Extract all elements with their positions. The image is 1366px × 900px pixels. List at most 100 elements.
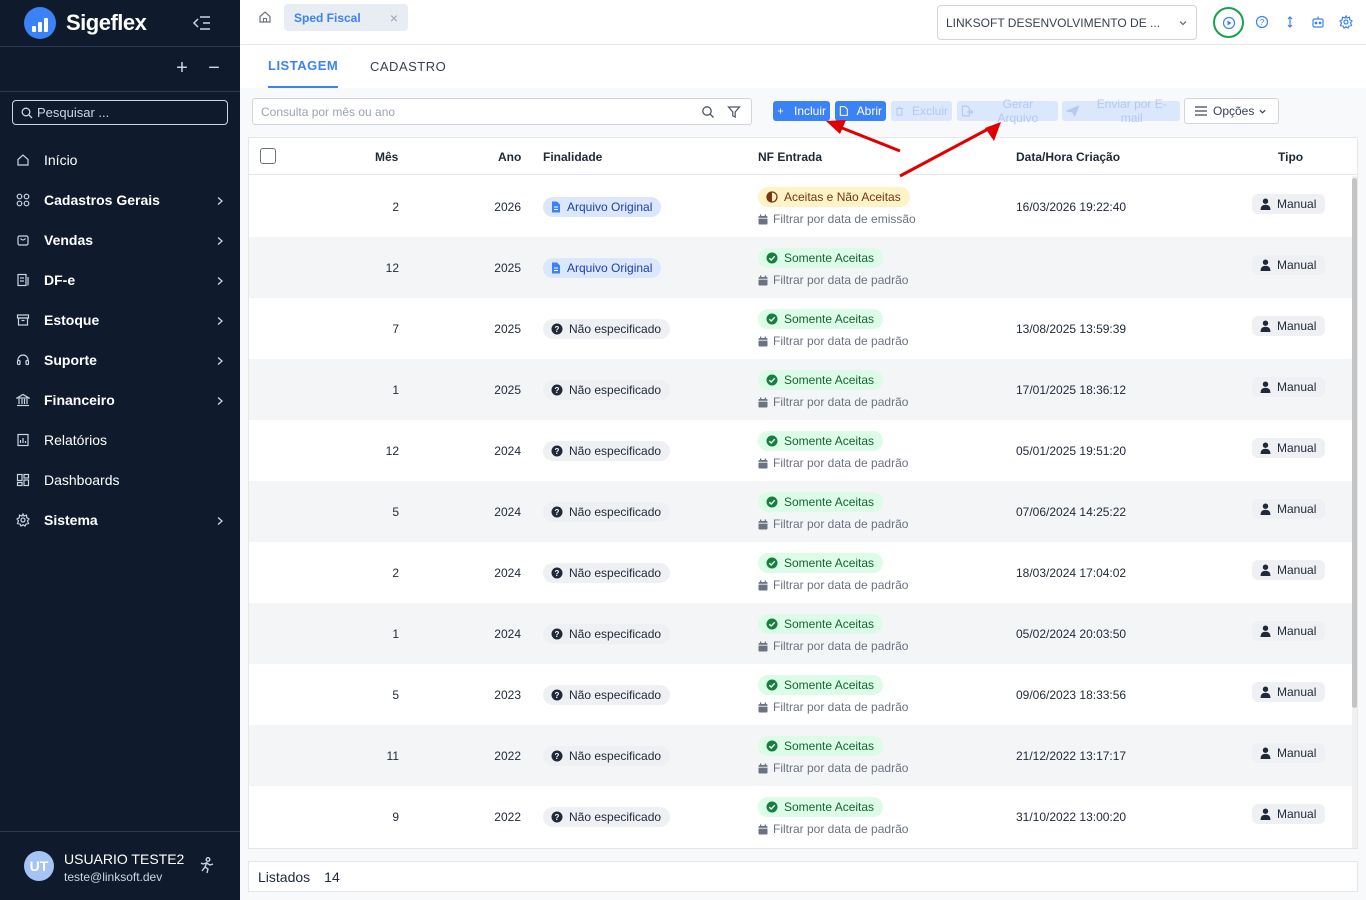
- filter-icon[interactable]: [727, 105, 741, 122]
- cell-month: 11: [386, 749, 399, 763]
- sidebar-item-label: Início: [44, 152, 78, 168]
- table-row[interactable]: 5 2024? Não especificado Somente Aceitas Fil…: [249, 481, 1353, 542]
- tab-cadastro[interactable]: CADASTRO: [370, 45, 446, 88]
- sidebar-item-df-e[interactable]: DF-e: [0, 260, 240, 300]
- calendar-icon: [758, 275, 768, 285]
- add-button[interactable]: +: [172, 58, 192, 78]
- table-row[interactable]: 11 2022? Não especificado Somente Aceitas Fi…: [249, 725, 1353, 786]
- calendar-icon: [758, 763, 768, 773]
- nf-filter-label: Filtrar por data de padrão: [773, 334, 909, 348]
- purpose-label: Não especificado: [569, 444, 662, 458]
- collapse-sidebar-icon[interactable]: [192, 14, 212, 32]
- table-row[interactable]: 5 2023? Não especificado Somente Aceitas Fil…: [249, 664, 1353, 725]
- search-icon: [21, 107, 33, 118]
- question-icon: ?: [551, 811, 563, 823]
- type-label: Manual: [1277, 319, 1317, 333]
- table-row[interactable]: 2 2026 Arquivo Original Aceitas e Não Aceit…: [249, 176, 1353, 237]
- tab-listagem[interactable]: LISTAGEM: [268, 45, 339, 88]
- cell-year: 2025: [494, 261, 521, 275]
- check-circle-icon: [766, 313, 778, 325]
- table-row[interactable]: 7 2025? Não especificado Somente Aceitas Fil…: [249, 298, 1353, 359]
- purpose-label: Não especificado: [569, 810, 662, 824]
- type-label: Manual: [1277, 746, 1317, 760]
- check-circle-icon: [766, 252, 778, 264]
- resize-icon[interactable]: [1280, 12, 1300, 32]
- sidebar-item-relatorios[interactable]: Relatórios: [0, 420, 240, 460]
- col-created[interactable]: Data/Hora Criação: [1016, 150, 1120, 164]
- send-email-button[interactable]: Enviar por E-mail: [1062, 97, 1180, 125]
- include-button[interactable]: Incluir: [773, 101, 830, 121]
- sidebar-item-label: Relatórios: [44, 432, 108, 448]
- settings-icon[interactable]: [1336, 12, 1356, 32]
- purpose-badge: ? Não especificado: [543, 319, 671, 339]
- app-root: Sigeflex + − Início Cadastros Gerais Venda…: [0, 0, 1366, 900]
- col-year[interactable]: Ano: [498, 150, 521, 164]
- cell-month: 12: [385, 261, 399, 275]
- top-bar: Sped Fiscal × LINKSOFT DESENVOLVIMENTO D…: [240, 0, 1366, 45]
- sidebar-item-inicio[interactable]: Início: [0, 140, 240, 180]
- sidebar-item-cadastros-gerais[interactable]: Cadastros Gerais: [0, 180, 240, 220]
- close-icon[interactable]: ×: [390, 10, 398, 26]
- search-icon[interactable]: [701, 105, 715, 122]
- select-all-checkbox[interactable]: [260, 148, 276, 164]
- filter-field[interactable]: [252, 98, 752, 125]
- nf-status-badge: Somente Aceitas: [758, 309, 884, 329]
- sidebar-search[interactable]: [12, 100, 228, 125]
- user-icon: [1260, 808, 1271, 820]
- delete-button[interactable]: Excluir: [891, 101, 952, 121]
- calendar-icon: [758, 458, 768, 468]
- sidebar-item-estoque[interactable]: Estoque: [0, 300, 240, 340]
- filter-input[interactable]: [261, 104, 681, 119]
- sidebar-item-suporte[interactable]: Suporte: [0, 340, 240, 380]
- open-tab-label: Sped Fiscal: [294, 10, 361, 25]
- user-icon: [1260, 442, 1271, 454]
- nf-filter-note: Filtrar por data de padrão: [758, 395, 908, 409]
- calendar-icon: [758, 519, 768, 529]
- chevron-right-icon: [216, 274, 224, 289]
- col-type[interactable]: Tipo: [1278, 150, 1303, 164]
- logout-icon[interactable]: [198, 856, 216, 877]
- cell-year: 2024: [494, 444, 521, 458]
- company-select[interactable]: LINKSOFT DESENVOLVIMENTO DE ...: [937, 5, 1197, 40]
- sidebar-item-sistema[interactable]: Sistema: [0, 500, 240, 540]
- sped-table: Mês Ano Finalidade NF Entrada Data/Hora …: [248, 137, 1358, 849]
- col-nf-entry[interactable]: NF Entrada: [758, 150, 822, 164]
- open-button[interactable]: Abrir: [835, 101, 886, 121]
- robot-icon[interactable]: [1308, 12, 1328, 32]
- sidebar-item-label: Financeiro: [44, 392, 115, 408]
- table-scrollbar[interactable]: [1352, 176, 1357, 848]
- cell-created: 07/06/2024 14:25:22: [1016, 505, 1127, 519]
- col-purpose[interactable]: Finalidade: [543, 150, 602, 164]
- open-tab-sped-fiscal[interactable]: Sped Fiscal ×: [284, 4, 408, 31]
- col-month[interactable]: Mês: [375, 150, 398, 164]
- table-row[interactable]: 2 2024? Não especificado Somente Aceitas Fil…: [249, 542, 1353, 603]
- generate-file-button[interactable]: Gerar Arquivo: [957, 97, 1058, 125]
- dashboard-icon: [16, 473, 30, 487]
- avatar[interactable]: UT: [24, 851, 54, 881]
- purpose-badge: Arquivo Original: [543, 197, 662, 217]
- cell-month: 7: [392, 322, 399, 336]
- home-icon[interactable]: [258, 10, 272, 27]
- play-icon[interactable]: [1213, 7, 1244, 38]
- table-row[interactable]: 1 2025? Não especificado Somente Aceitas Fil…: [249, 359, 1353, 420]
- sidebar-item-dashboards[interactable]: Dashboards: [0, 460, 240, 500]
- options-button[interactable]: Opções: [1184, 98, 1279, 124]
- sidebar-item-financeiro[interactable]: Financeiro: [0, 380, 240, 420]
- table-row[interactable]: 12 2025 Arquivo Original Somente Aceitas Fil…: [249, 237, 1353, 298]
- nf-status-label: Somente Aceitas: [784, 434, 875, 448]
- table-row[interactable]: 12 2024? Não especificado Somente Aceitas Fi…: [249, 420, 1353, 481]
- remove-button[interactable]: −: [204, 58, 224, 78]
- nf-status-badge: Somente Aceitas: [758, 797, 884, 817]
- table-row[interactable]: 1 2024? Não especificado Somente Aceitas Fil…: [249, 603, 1353, 664]
- user-area: UT USUARIO TESTE2 teste@linksoft.dev: [0, 831, 240, 900]
- help-icon[interactable]: ?: [1252, 12, 1272, 32]
- table-row[interactable]: 9 2022? Não especificado Somente Aceitas Fil…: [249, 786, 1353, 847]
- cell-month: 2: [392, 566, 399, 580]
- sidebar-search-input[interactable]: [37, 105, 217, 120]
- logo-icon: [24, 7, 56, 39]
- sidebar: Sigeflex + − Início Cadastros Gerais Venda…: [0, 0, 240, 900]
- scrollbar-thumb[interactable]: [1352, 178, 1357, 708]
- sidebar-item-vendas[interactable]: Vendas: [0, 220, 240, 260]
- svg-text:?: ?: [555, 813, 560, 822]
- type-badge: Manual: [1252, 316, 1326, 336]
